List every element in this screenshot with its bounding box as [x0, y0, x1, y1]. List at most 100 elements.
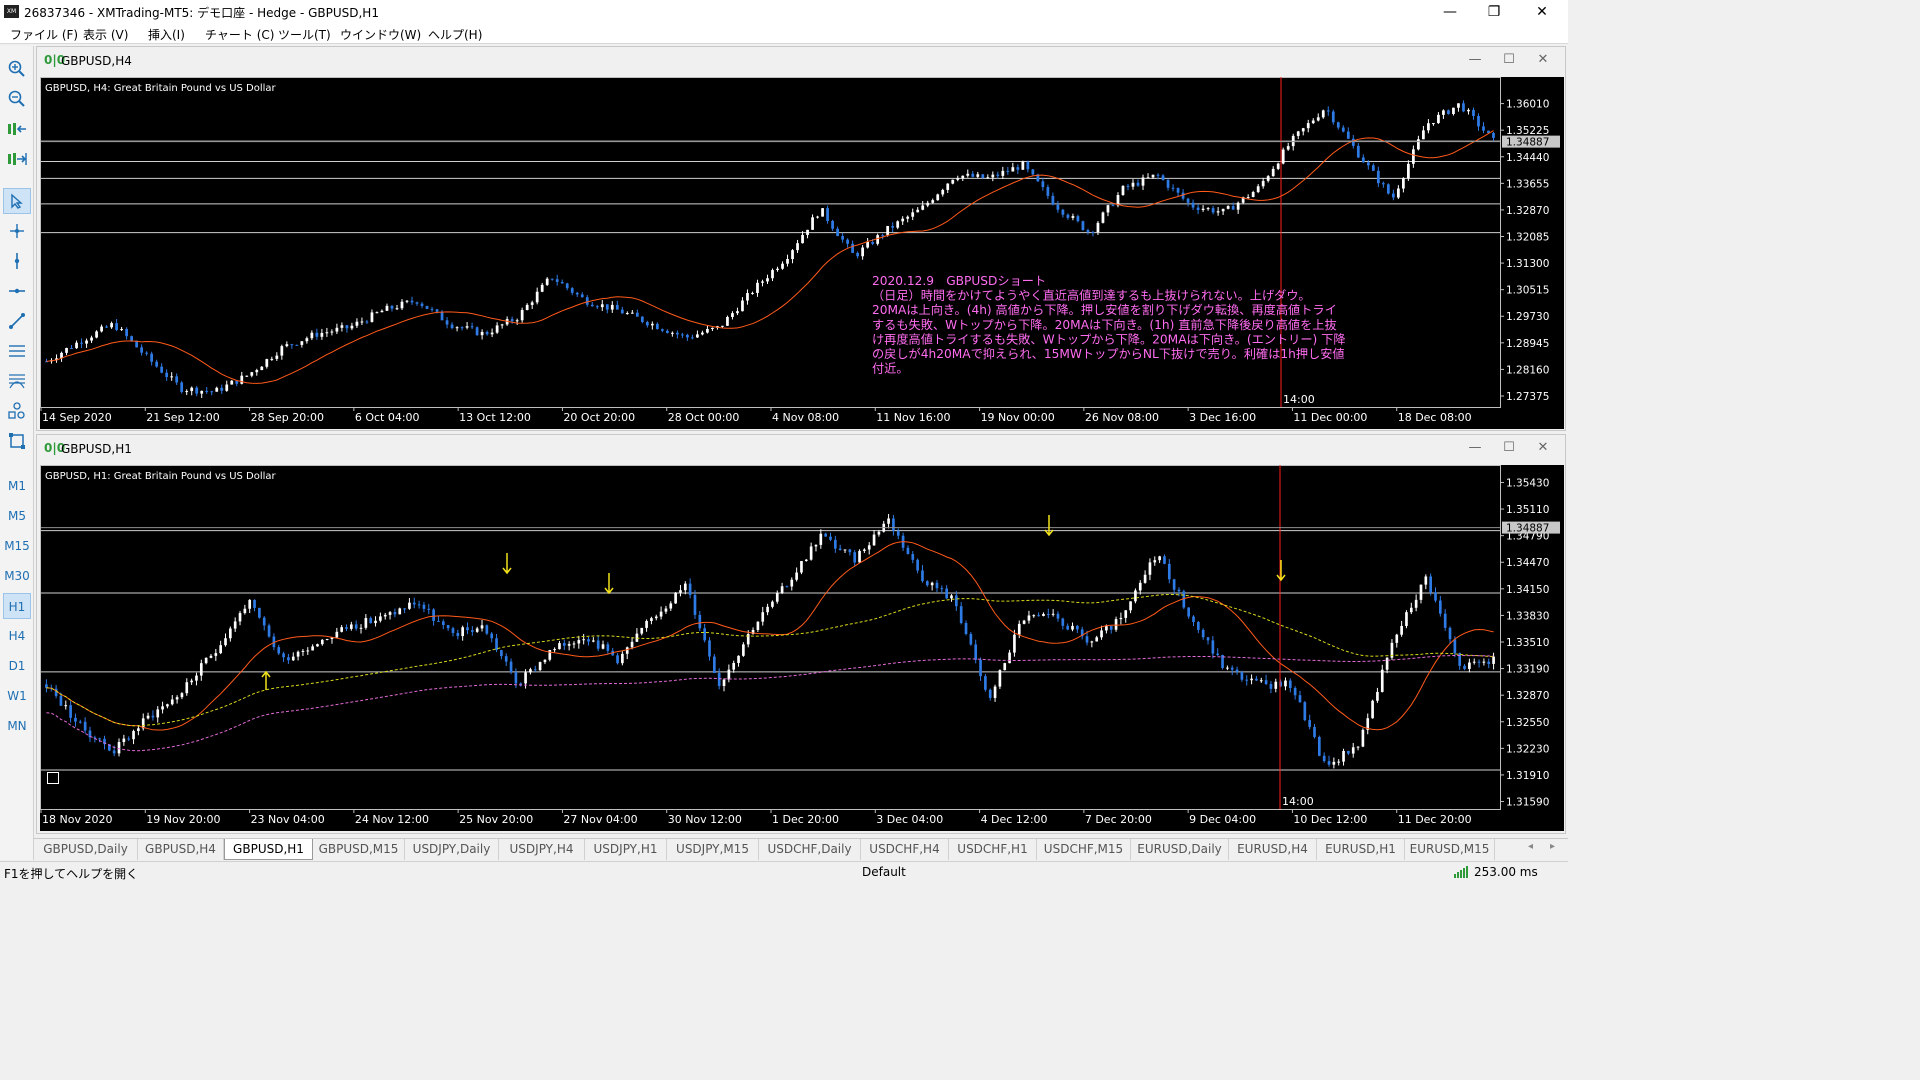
chart-maximize-button[interactable]: ☐: [1499, 52, 1519, 67]
timeframe-h4[interactable]: H4: [3, 623, 31, 649]
tab-gbpusd-m15[interactable]: GBPUSD,M15: [313, 839, 405, 860]
chart-plot-h4[interactable]: 14:00 1.36010 1.35225 1.34440 1.33655 1.32870…: [40, 77, 1564, 429]
tab-eurusd-h1[interactable]: EURUSD,H1: [1317, 839, 1405, 860]
tabs-scroll-left-icon[interactable]: ◂: [1528, 841, 1533, 852]
horizontal-line-icon[interactable]: [3, 278, 31, 304]
candle: [616, 655, 619, 664]
candle: [1301, 128, 1305, 132]
candle: [1414, 599, 1418, 608]
fibonacci-icon[interactable]: [3, 368, 31, 394]
close-button[interactable]: ✕: [1524, 2, 1560, 22]
chart-minimize-button[interactable]: —: [1465, 440, 1485, 455]
object-checkbox[interactable]: [47, 772, 59, 784]
menu-help[interactable]: ヘルプ(H): [428, 26, 482, 43]
candle: [1032, 615, 1036, 617]
scroll-left-icon[interactable]: [3, 116, 31, 142]
vertical-line-icon[interactable]: [3, 248, 31, 274]
timeframe-d1[interactable]: D1: [3, 653, 31, 679]
tab-eurusd-m15[interactable]: EURUSD,M15: [1405, 839, 1495, 860]
candle: [776, 268, 779, 271]
tab-usdjpy-h1[interactable]: USDJPY,H1: [585, 839, 667, 860]
tab-usdjpy-m15[interactable]: USDJPY,M15: [667, 839, 759, 860]
timeframe-m1[interactable]: M1: [3, 473, 31, 499]
candle: [575, 292, 579, 295]
minimize-button[interactable]: —: [1432, 2, 1468, 22]
chart-plot-h1[interactable]: 14:00 1.35430 1.35110 1.34790 1.34470 1.34150…: [40, 465, 1564, 831]
candle: [417, 604, 421, 606]
x-tick-label: 6 Oct 04:00: [355, 411, 420, 424]
menu-window[interactable]: ウインドウ(W): [340, 26, 421, 43]
timeframe-w1[interactable]: W1: [3, 683, 31, 709]
tab-gbpusd-daily[interactable]: GBPUSD,Daily: [34, 839, 138, 860]
candle: [200, 390, 204, 394]
candle: [1250, 678, 1253, 681]
candle: [1206, 208, 1210, 210]
tab-gbpusd-h1[interactable]: GBPUSD,H1: [224, 839, 313, 860]
candle: [921, 570, 924, 582]
candle: [375, 312, 379, 314]
chart-minimize-button[interactable]: —: [1465, 52, 1485, 67]
candle: [515, 320, 519, 322]
candle: [150, 353, 154, 362]
candle: [545, 278, 549, 285]
tab-usdjpy-daily[interactable]: USDJPY,Daily: [405, 839, 499, 860]
chart-symbol-label: GBPUSD, H4: Great Britain Pound vs US Do…: [45, 83, 277, 94]
tab-usdchf-daily[interactable]: USDCHF,Daily: [759, 839, 861, 860]
cursor-icon[interactable]: [3, 188, 31, 214]
shapes-icon[interactable]: [3, 398, 31, 424]
crosshair-icon[interactable]: [3, 218, 31, 244]
tab-usdjpy-h4[interactable]: USDJPY,H4: [499, 839, 585, 860]
candle: [1051, 195, 1055, 205]
timeframe-m5[interactable]: M5: [3, 503, 31, 529]
restore-button[interactable]: ❐: [1476, 2, 1512, 22]
menu-view[interactable]: 表示 (V): [83, 26, 128, 43]
zoom-out-icon[interactable]: [3, 86, 31, 112]
candle: [427, 608, 431, 610]
annotation-text: 20MAは上向き。(4h) 高値から下降。押し安値を割り下げダウ転換、再度高値ト…: [872, 302, 1337, 317]
menu-insert[interactable]: 挿入(I): [148, 26, 185, 43]
timeframe-m15[interactable]: M15: [3, 533, 31, 559]
tab-usdchf-m15[interactable]: USDCHF,M15: [1037, 839, 1131, 860]
timeframe-m30[interactable]: M30: [3, 563, 31, 589]
tabs-scroll-right-icon[interactable]: ▸: [1550, 841, 1555, 852]
candle: [445, 320, 449, 325]
channel-icon[interactable]: [3, 338, 31, 364]
tab-eurusd-h4[interactable]: EURUSD,H4: [1229, 839, 1317, 860]
timeframe-mn[interactable]: MN: [3, 713, 31, 739]
candle: [679, 590, 682, 593]
tab-usdchf-h1[interactable]: USDCHF,H1: [949, 839, 1037, 860]
timeframe-h1[interactable]: H1: [3, 593, 31, 619]
menu-chart[interactable]: チャート (C): [205, 26, 274, 43]
menu-file[interactable]: ファイル (F): [10, 26, 78, 43]
candle: [1236, 202, 1240, 210]
menu-tools[interactable]: ツール(T): [278, 26, 331, 43]
chart-maximize-button[interactable]: ☐: [1499, 440, 1519, 455]
rectangle-icon[interactable]: [3, 428, 31, 454]
candle: [1221, 208, 1225, 212]
candle: [440, 311, 444, 321]
candle: [713, 656, 716, 674]
tab-eurusd-daily[interactable]: EURUSD,Daily: [1131, 839, 1229, 860]
candle: [1016, 167, 1020, 170]
candle: [1385, 657, 1389, 670]
candle: [940, 588, 944, 590]
chart-close-button[interactable]: ✕: [1533, 440, 1553, 455]
candle: [238, 613, 242, 622]
zoom-in-icon[interactable]: [3, 56, 31, 82]
candle: [785, 586, 789, 588]
scroll-right-icon[interactable]: [3, 146, 31, 172]
candle: [596, 640, 600, 649]
candle: [1284, 680, 1287, 687]
annotation-text: するも失敗、Wトップから下降。20MAは下向き。(1h) 直前急下降後戻り高値を…: [872, 317, 1337, 332]
candle: [683, 583, 687, 591]
chart-close-button[interactable]: ✕: [1533, 52, 1553, 67]
candle: [841, 236, 844, 240]
trendline-icon[interactable]: [3, 308, 31, 334]
tab-usdchf-h4[interactable]: USDCHF,H4: [861, 839, 949, 860]
tab-gbpusd-h4[interactable]: GBPUSD,H4: [138, 839, 224, 860]
candle: [1311, 120, 1315, 124]
candle: [140, 347, 144, 353]
candle: [1076, 216, 1080, 222]
candle: [1316, 117, 1320, 121]
candle: [451, 628, 455, 633]
